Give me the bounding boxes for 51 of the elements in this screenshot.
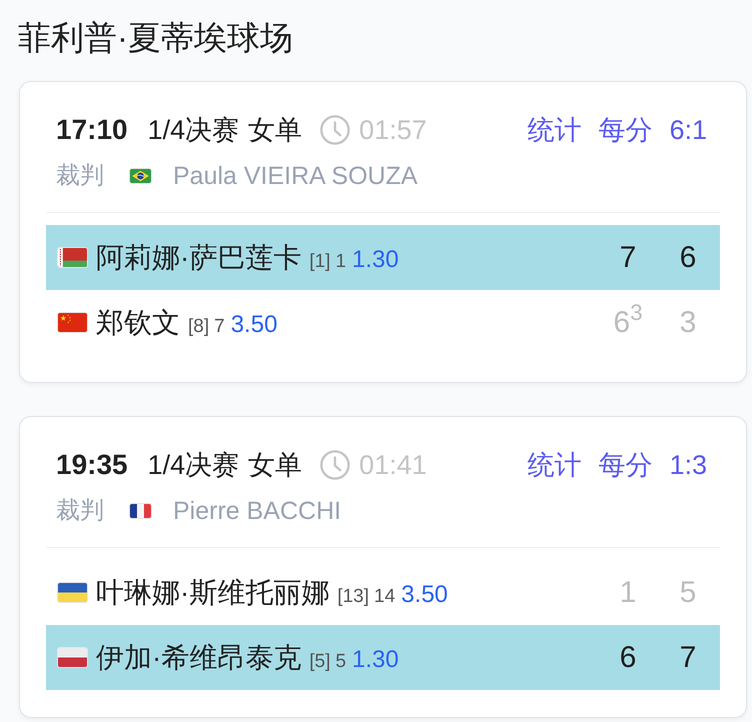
seed-text: [8] [188,314,210,338]
flag-icon [129,168,152,184]
seed-text: [5] [309,650,330,674]
player-name: 伊加·希维昂泰克 [96,640,302,674]
set-score: 6$^{3}$ [613,304,643,340]
odds-text: 1.30 [352,644,399,674]
duration-text: 01:57 [359,114,427,147]
set-score: 1 [620,574,636,610]
match-link[interactable]: 每分 [598,111,652,149]
player-name: 郑钦文 [96,306,180,340]
set-score: 6 [620,640,636,676]
flag-icon [57,312,88,333]
odds-text: 3.50 [230,310,278,340]
head-to-head-link[interactable]: 6:1 [669,111,707,149]
player-name: 叶琳娜·斯维托丽娜 [96,576,330,610]
referee-label: 裁判 [56,161,104,191]
match-time: 17:10 [56,113,128,147]
event-label: 女单 [248,114,302,147]
flag-icon [129,503,152,519]
odds-text: 1.30 [352,244,399,274]
venue-title: 菲利普·夏蒂埃球场 [18,18,293,58]
set-score: 7 [680,640,696,676]
head-to-head-link[interactable]: 1:3 [669,446,707,484]
set-score: 3 [680,304,696,340]
match-link[interactable]: 每分 [598,446,652,484]
seed-text: [13] [337,584,370,608]
flag-icon [57,247,88,268]
odds-text: 3.50 [401,580,448,610]
referee-name: Paula VIEIRA SOUZA [173,161,418,192]
rank-text: 1 [335,250,346,274]
seed-text: [1] [309,250,330,274]
duration-text: 01:41 [359,449,427,482]
clock-icon [320,115,350,145]
rank-text: 5 [335,650,346,674]
clock-icon [320,450,350,480]
match-time: 19:35 [56,448,128,482]
set-score: 7 [620,240,636,276]
round-label: 1/4决赛 [148,114,240,147]
referee-label: 裁判 [56,496,104,526]
match-link[interactable]: 统计 [527,111,582,149]
referee-name: Pierre BACCHI [173,496,342,527]
rank-text: 7 [214,314,225,338]
event-label: 女单 [248,449,302,482]
flag-icon [57,647,88,668]
match-link[interactable]: 统计 [527,446,582,484]
player-name: 阿莉娜·萨巴莲卡 [96,240,302,274]
round-label: 1/4决赛 [148,449,240,482]
set-score: 5 [680,574,696,610]
set-score: 6 [680,240,696,276]
rank-text: 14 [374,584,396,608]
flag-icon [57,582,88,603]
